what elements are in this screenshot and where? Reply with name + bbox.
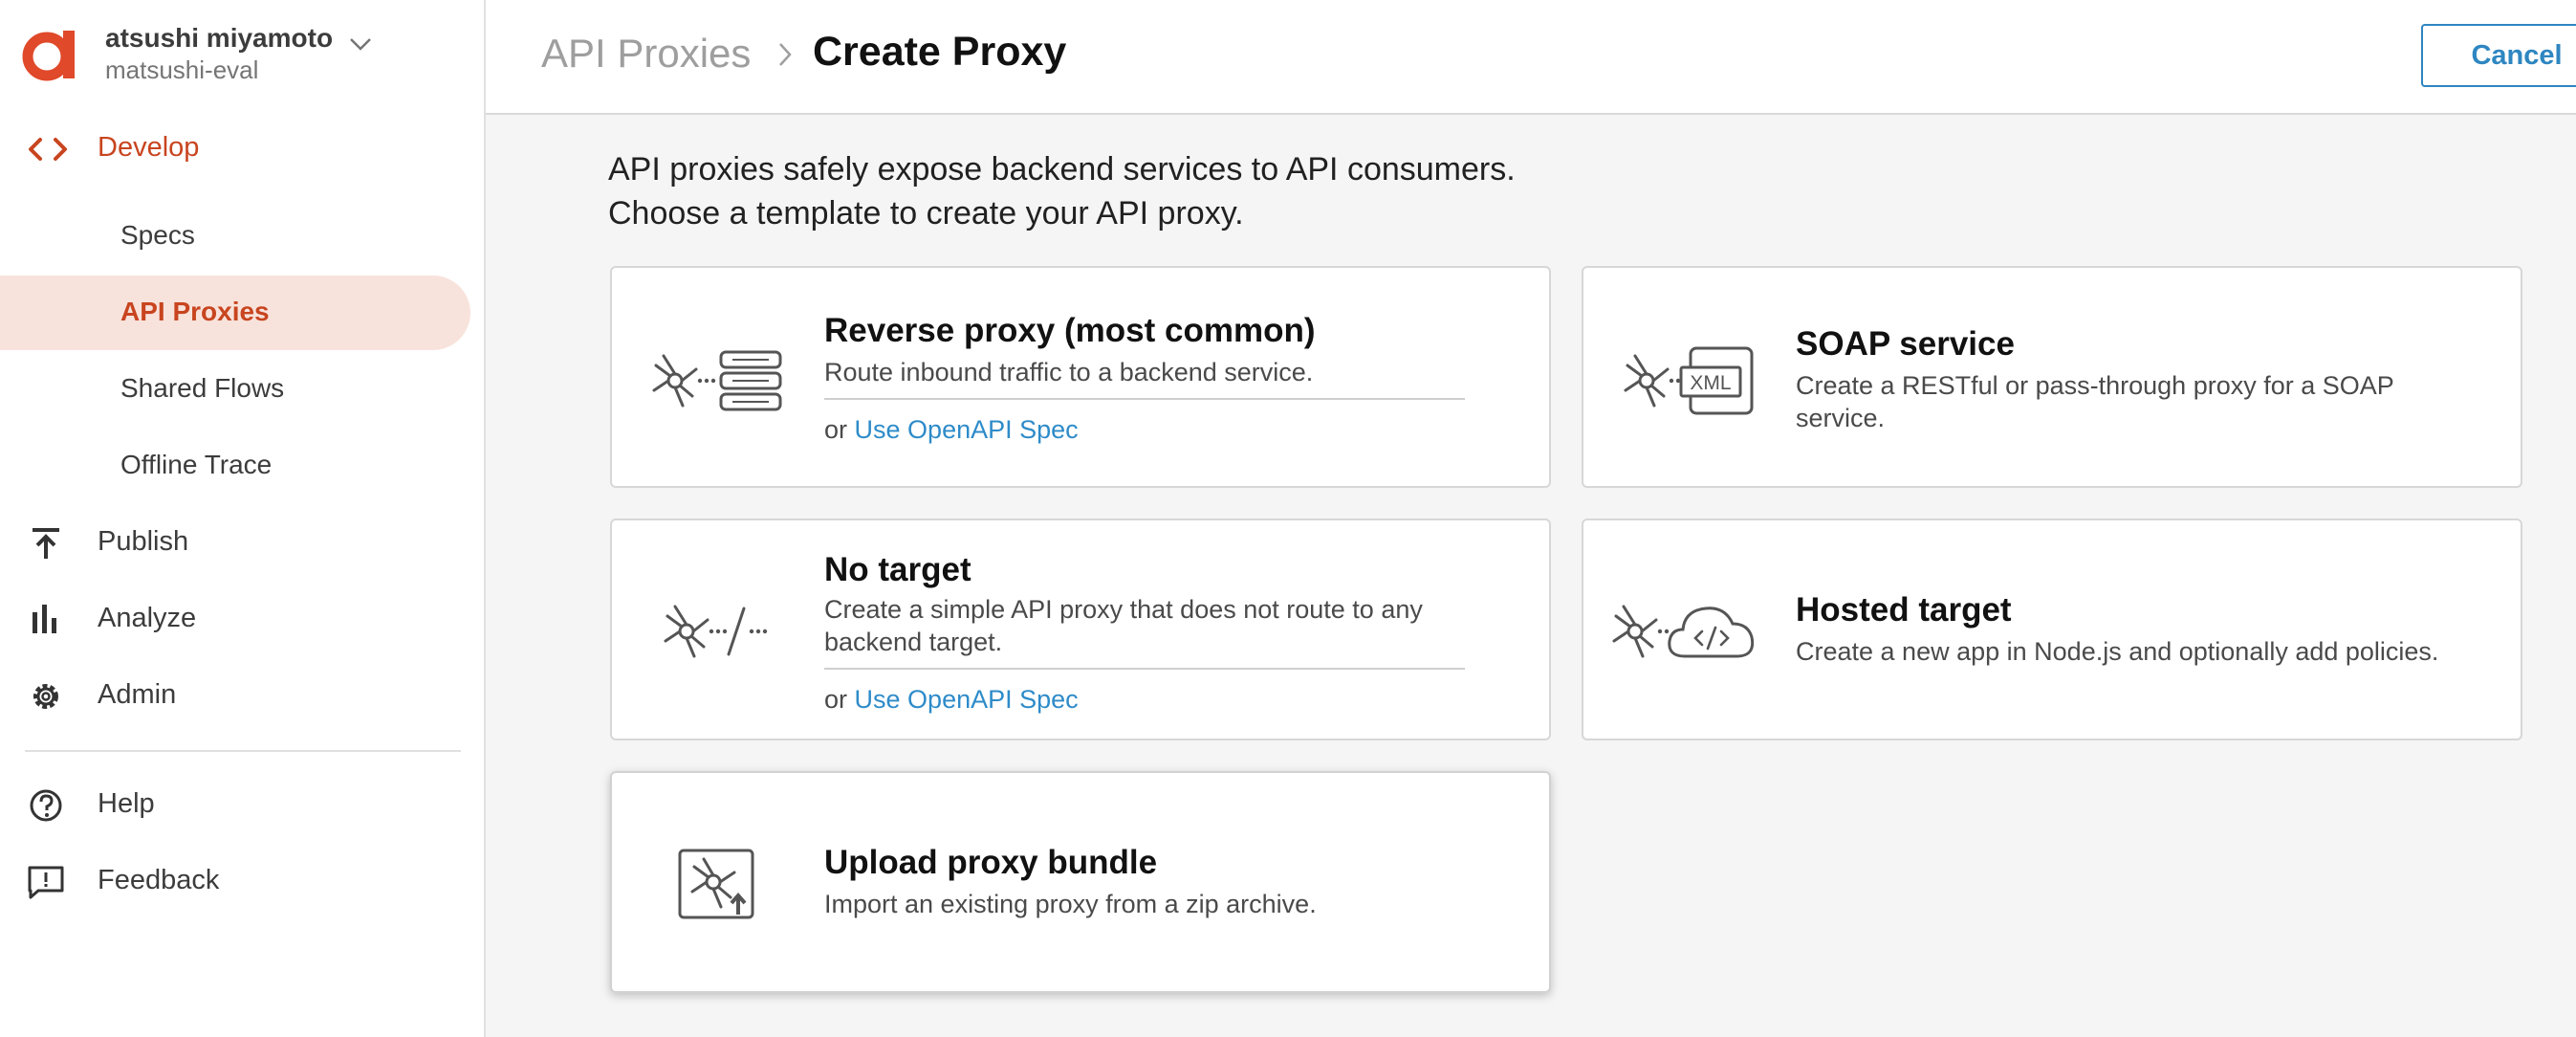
nav-develop[interactable]: Develop bbox=[0, 113, 486, 186]
nav-feedback-label: Feedback bbox=[98, 865, 220, 895]
reverse-proxy-icon bbox=[652, 350, 782, 411]
intro-line-2: Choose a template to create your API pro… bbox=[608, 195, 1244, 232]
nav-help-label: Help bbox=[98, 788, 155, 819]
card-no-target-title: No target bbox=[824, 551, 971, 588]
intro-line-1: API proxies safely expose backend servic… bbox=[608, 151, 1516, 188]
nav-specs[interactable]: Specs bbox=[0, 199, 470, 274]
brand-logo bbox=[22, 31, 75, 81]
nav-publish[interactable]: Publish bbox=[0, 507, 486, 580]
or-label: or bbox=[824, 685, 848, 714]
card-divider bbox=[824, 668, 1465, 670]
upload-bundle-icon bbox=[678, 849, 754, 919]
chevron-down-icon[interactable] bbox=[348, 34, 373, 54]
intro-text: API proxies safely expose backend servic… bbox=[608, 147, 1516, 235]
card-soap-service-desc: Create a RESTful or pass-through proxy f… bbox=[1796, 371, 2394, 432]
publish-icon bbox=[33, 528, 59, 559]
card-reverse-proxy-title: Reverse proxy (most common) bbox=[824, 312, 1316, 349]
sidebar: atsushi miyamoto matsushi-eval Develop S… bbox=[0, 0, 486, 1037]
card-no-target-desc: Create a simple API proxy that does not … bbox=[824, 595, 1423, 656]
card-hosted-target[interactable]: Hosted target Create a new app in Node.j… bbox=[1582, 518, 2522, 740]
nav-analyze-label: Analyze bbox=[98, 603, 197, 633]
nav-specs-label: Specs bbox=[120, 220, 195, 250]
card-soap-service-title: SOAP service bbox=[1796, 325, 2015, 363]
card-upload-proxy-bundle-desc: Import an existing proxy from a zip arch… bbox=[824, 890, 1317, 918]
nav-publish-label: Publish bbox=[98, 526, 189, 557]
nav-admin[interactable]: Admin bbox=[0, 660, 486, 733]
gear-icon bbox=[33, 684, 58, 709]
card-upload-proxy-bundle-title: Upload proxy bundle bbox=[824, 844, 1158, 881]
nav-offline-trace-label: Offline Trace bbox=[120, 450, 273, 479]
nav-analyze[interactable]: Analyze bbox=[0, 584, 486, 656]
cancel-button[interactable]: Cancel bbox=[2421, 24, 2576, 87]
card-upload-proxy-bundle[interactable]: Upload proxy bundle Import an existing p… bbox=[610, 771, 1551, 993]
soap-xml-icon: XML bbox=[1624, 346, 1754, 415]
card-hosted-target-title: Hosted target bbox=[1796, 591, 2012, 629]
hosted-cloud-icon bbox=[1612, 605, 1755, 658]
nav-admin-label: Admin bbox=[98, 679, 177, 710]
help-icon bbox=[30, 789, 62, 822]
page-title: Create Proxy bbox=[813, 29, 1067, 75]
nav-shared-flows-label: Shared Flows bbox=[120, 373, 285, 403]
nav-api-proxies-label: API Proxies bbox=[120, 297, 270, 326]
svg-text:XML: XML bbox=[1690, 372, 1731, 394]
card-divider bbox=[824, 398, 1465, 400]
or-label: or bbox=[824, 415, 848, 444]
account-org: matsushi-eval bbox=[105, 55, 259, 84]
no-target-icon bbox=[664, 605, 768, 658]
nav-api-proxies[interactable]: API Proxies bbox=[0, 276, 470, 350]
nav-help[interactable]: Help bbox=[0, 769, 486, 842]
feedback-icon bbox=[28, 866, 64, 899]
nav-divider bbox=[25, 750, 461, 752]
nav-feedback[interactable]: Feedback bbox=[0, 846, 486, 918]
nav-offline-trace[interactable]: Offline Trace bbox=[0, 429, 470, 503]
breadcrumb-parent[interactable]: API Proxies bbox=[541, 31, 751, 77]
card-or-text: or Use OpenAPI Spec bbox=[824, 685, 1079, 715]
account-name: atsushi miyamoto bbox=[105, 23, 334, 53]
use-openapi-spec-link[interactable]: Use OpenAPI Spec bbox=[855, 685, 1079, 714]
chevron-right-icon bbox=[779, 43, 792, 66]
use-openapi-spec-link[interactable]: Use OpenAPI Spec bbox=[855, 415, 1079, 444]
bar-chart-icon bbox=[33, 605, 56, 633]
code-icon bbox=[29, 138, 67, 161]
card-reverse-proxy-desc: Route inbound traffic to a backend servi… bbox=[824, 358, 1314, 386]
account-switcher[interactable]: atsushi miyamoto matsushi-eval bbox=[0, 0, 486, 115]
card-soap-service[interactable]: XML SOAP service Create a RESTful or pas… bbox=[1582, 266, 2522, 488]
card-hosted-target-desc: Create a new app in Node.js and optional… bbox=[1796, 637, 2439, 666]
nav-shared-flows[interactable]: Shared Flows bbox=[0, 352, 470, 427]
page-header: API Proxies Create Proxy Cancel bbox=[486, 0, 2576, 115]
card-reverse-proxy[interactable]: Reverse proxy (most common) Route inboun… bbox=[610, 266, 1551, 488]
card-or-text: or Use OpenAPI Spec bbox=[824, 415, 1079, 445]
nav-develop-label: Develop bbox=[98, 132, 200, 163]
card-no-target[interactable]: No target Create a simple API proxy that… bbox=[610, 518, 1551, 740]
